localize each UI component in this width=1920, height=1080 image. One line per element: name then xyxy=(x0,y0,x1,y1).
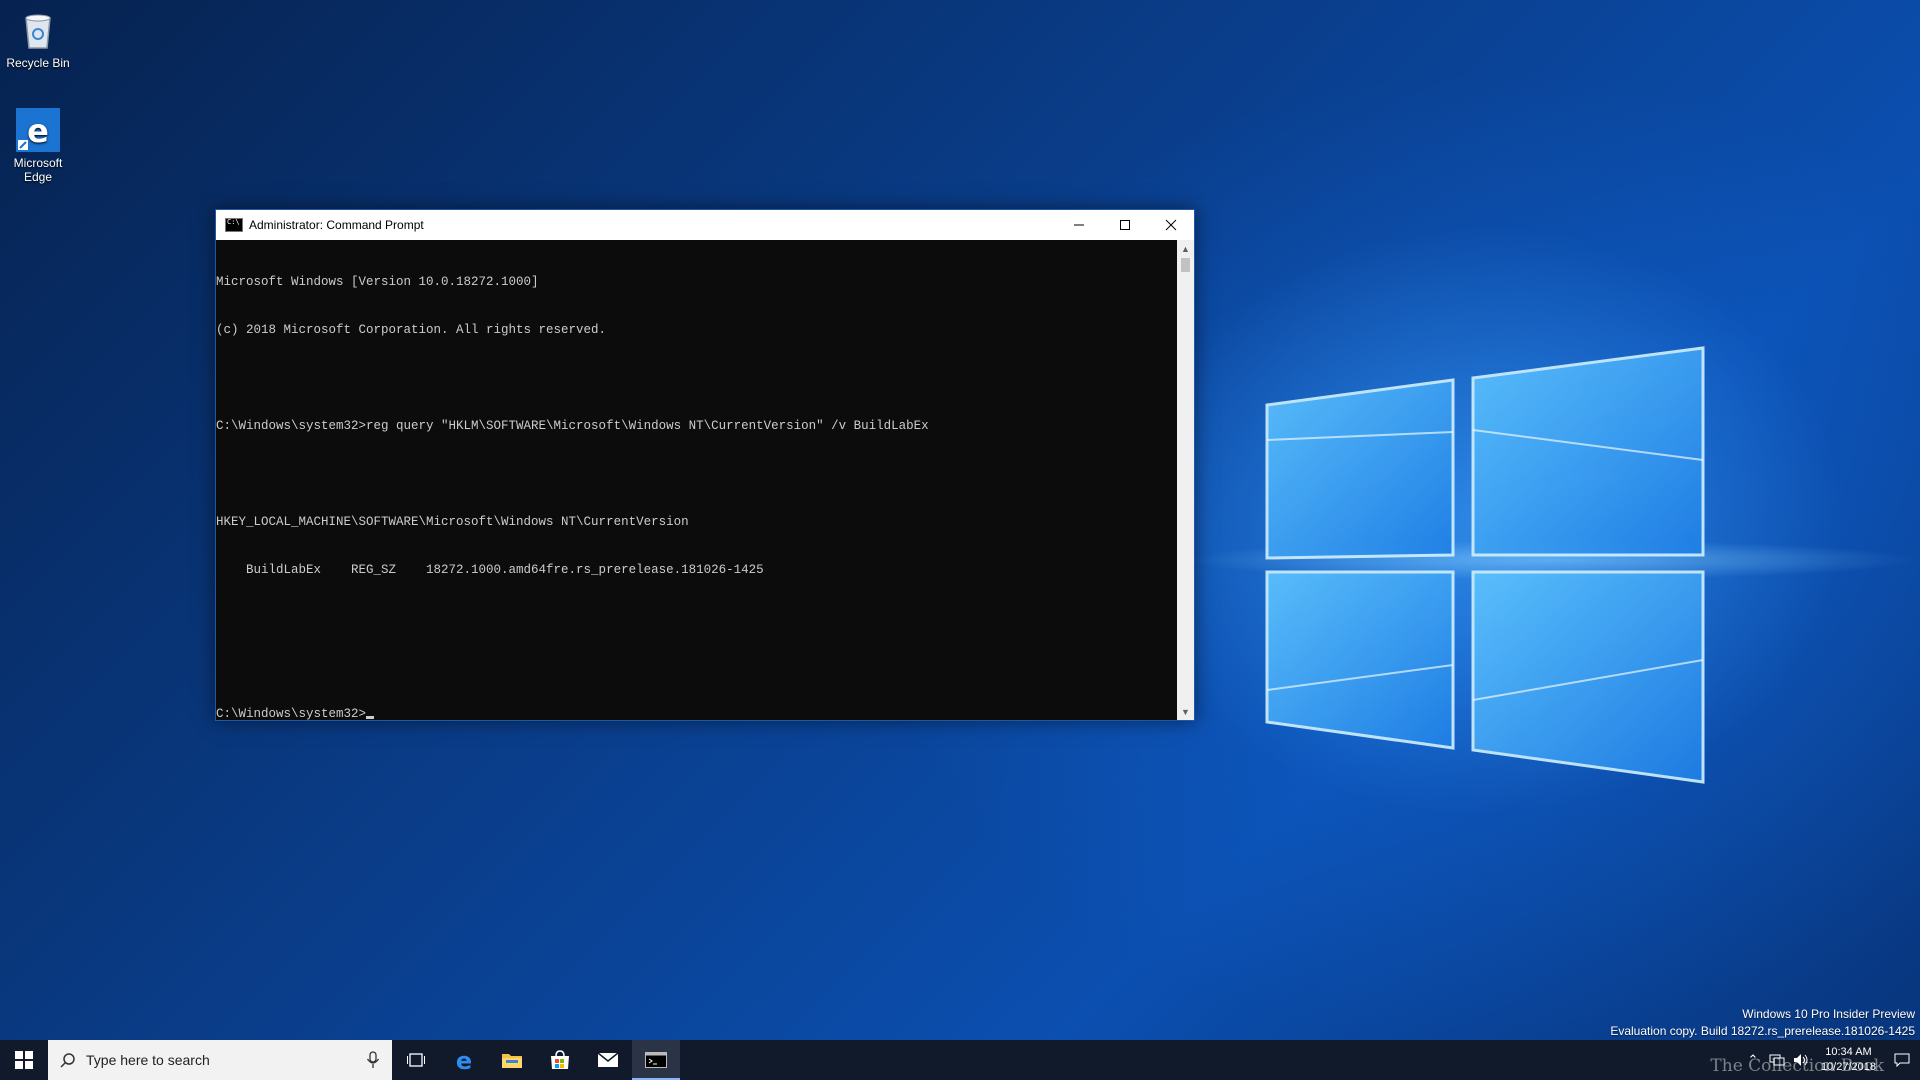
console-line: Microsoft Windows [Version 10.0.18272.10… xyxy=(216,275,539,289)
taskbar-search-box[interactable]: Type here to search xyxy=(48,1040,392,1080)
scroll-down-arrow-icon[interactable]: ▼ xyxy=(1177,703,1194,720)
cmd-icon xyxy=(645,1052,667,1068)
console-output[interactable]: Microsoft Windows [Version 10.0.18272.10… xyxy=(216,240,1177,720)
watermark-line-2: Evaluation copy. Build 18272.rs_prerelea… xyxy=(1610,1024,1915,1038)
folder-icon xyxy=(502,1054,522,1068)
desktop-icon-label: Recycle Bin xyxy=(6,56,70,70)
edge-icon: e xyxy=(16,108,60,152)
minimize-icon xyxy=(1074,224,1084,226)
taskbar-edge-button[interactable]: e xyxy=(440,1040,488,1080)
taskbar-mail-button[interactable] xyxy=(584,1040,632,1080)
windows-start-icon xyxy=(15,1051,33,1069)
vertical-scrollbar[interactable]: ▲ ▼ xyxy=(1177,240,1194,720)
search-icon xyxy=(60,1053,75,1068)
taskbar-cmd-button[interactable] xyxy=(632,1040,680,1080)
close-icon xyxy=(1165,219,1177,231)
maximize-icon xyxy=(1120,220,1130,230)
console-prompt-line[interactable]: C:\Windows\system32> xyxy=(216,706,1177,720)
action-center-button[interactable] xyxy=(1884,1040,1920,1080)
console-line: HKEY_LOCAL_MACHINE\SOFTWARE\Microsoft\Wi… xyxy=(216,515,689,529)
taskbar-file-explorer-button[interactable] xyxy=(488,1040,536,1080)
console-line: BuildLabEx REG_SZ 18272.1000.amd64fre.rs… xyxy=(216,563,764,577)
windows-logo-wallpaper xyxy=(1265,346,1705,784)
watermark-line-1: Windows 10 Pro Insider Preview xyxy=(1742,1007,1915,1021)
store-icon xyxy=(551,1050,569,1069)
desktop-icon-edge[interactable]: e Microsoft Edge xyxy=(0,108,76,184)
svg-text:e: e xyxy=(456,1048,472,1072)
command-prompt-window[interactable]: Administrator: Command Prompt Microsoft … xyxy=(215,209,1195,721)
mail-icon xyxy=(597,1052,619,1067)
taskbar: Type here to search e ⌃ 10:34 AM 10/27/2… xyxy=(0,1040,1920,1080)
search-placeholder: Type here to search xyxy=(86,1052,210,1068)
notification-icon xyxy=(1894,1053,1910,1067)
maximize-button[interactable] xyxy=(1102,210,1148,240)
scroll-up-arrow-icon[interactable]: ▲ xyxy=(1177,240,1194,257)
recycle-bin-icon xyxy=(16,8,60,52)
desktop-icon-recycle-bin[interactable]: Recycle Bin xyxy=(0,8,76,70)
minimize-button[interactable] xyxy=(1056,210,1102,240)
window-title: Administrator: Command Prompt xyxy=(249,218,424,232)
task-view-icon xyxy=(407,1053,425,1067)
scroll-thumb[interactable] xyxy=(1181,258,1190,272)
console-line: (c) 2018 Microsoft Corporation. All righ… xyxy=(216,323,607,337)
console-line: C:\Windows\system32>reg query "HKLM\SOFT… xyxy=(216,419,929,433)
task-view-button[interactable] xyxy=(392,1040,440,1080)
cmd-app-icon xyxy=(225,218,243,232)
microphone-icon[interactable] xyxy=(366,1051,380,1069)
close-button[interactable] xyxy=(1148,210,1194,240)
start-button[interactable] xyxy=(0,1040,48,1080)
desktop-icon-label: Microsoft Edge xyxy=(13,156,63,184)
window-titlebar[interactable]: Administrator: Command Prompt xyxy=(216,210,1194,240)
text-cursor xyxy=(366,716,375,719)
taskbar-store-button[interactable] xyxy=(536,1040,584,1080)
svg-text:e: e xyxy=(27,112,49,150)
edge-icon: e xyxy=(456,1048,472,1072)
console-prompt: C:\Windows\system32> xyxy=(216,707,367,720)
brand-overlay-text: The Collection Book xyxy=(1710,1056,1884,1076)
evaluation-watermark: Windows 10 Pro Insider Preview Evaluatio… xyxy=(1610,1006,1915,1040)
